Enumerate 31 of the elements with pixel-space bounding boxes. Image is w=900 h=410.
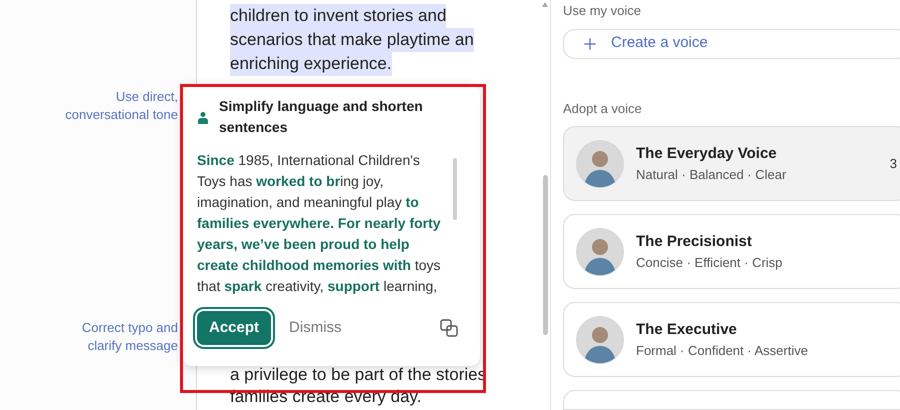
person-icon — [197, 110, 209, 124]
avatar-silhouette-icon — [576, 140, 624, 188]
voice-traits: Formal · Confident · Assertive — [636, 342, 809, 360]
scroll-up-icon[interactable] — [542, 2, 548, 7]
margin-comment[interactable]: Correct typo and clarify message — [48, 319, 178, 355]
margin-comment[interactable]: Use direct, conversational tone — [48, 88, 178, 124]
suggestion-text: Since 1985, International Children's Toys has worked to bring joy, imagination, and meaningful play to families everywhere. For nearly forty years, we’ve been proud to help create childhood memories with toys that spark creativity, support learning, — [197, 151, 442, 296]
voice-card[interactable] — [563, 390, 900, 410]
voice-name: The Executive — [636, 320, 738, 340]
voice-card[interactable]: The Everyday Voice Natural · Balanced · Clear 3 — [563, 126, 900, 201]
create-voice-button[interactable]: Create a voice — [563, 28, 900, 58]
dismiss-button[interactable]: Dismiss — [289, 316, 342, 340]
section-label: Adopt a voice — [563, 100, 643, 118]
suggestion-title: Simplify language and shorten sentences — [219, 97, 424, 137]
document-text: children to invent stories and — [230, 4, 446, 28]
document-text: enriching experience. — [230, 52, 392, 76]
voice-traits: Natural · Balanced · Clear — [636, 166, 788, 184]
section-label: Use my voice — [563, 2, 642, 20]
copy-icon[interactable] — [440, 319, 458, 337]
voice-card[interactable]: The Precisionist Concise · Efficient · Crisp — [563, 214, 900, 289]
voice-traits: Concise · Efficient · Crisp — [636, 254, 784, 272]
avatar-silhouette-icon — [576, 228, 624, 276]
scrollbar-thumb[interactable] — [453, 158, 457, 220]
voice-card[interactable]: The Executive Formal · Confident · Assertive — [563, 302, 900, 377]
document-text: scenarios that make playtime an — [230, 28, 474, 52]
voice-count: 3 — [890, 154, 897, 173]
accept-button[interactable]: Accept — [197, 311, 272, 345]
scrollbar-thumb[interactable] — [542, 175, 548, 335]
voice-name: The Everyday Voice — [636, 144, 778, 164]
voice-name: The Precisionist — [636, 232, 753, 252]
avatar-silhouette-icon — [576, 316, 624, 364]
